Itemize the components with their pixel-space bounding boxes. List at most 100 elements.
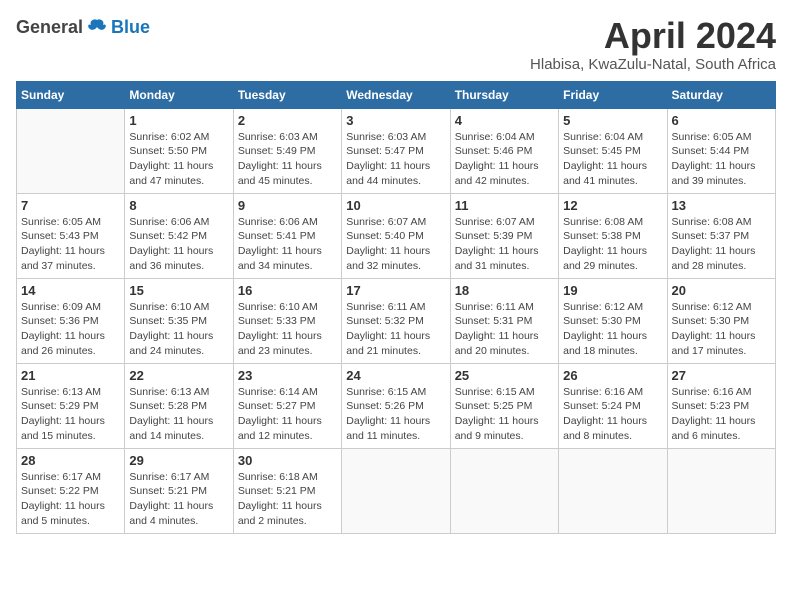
calendar-cell: 12Sunrise: 6:08 AMSunset: 5:38 PMDayligh…	[559, 193, 667, 278]
calendar-cell: 29 Sunrise: 6:17 AMSunset: 5:21 PMDayligh…	[125, 448, 233, 533]
day-number: 3	[346, 113, 445, 128]
calendar-cell: 20 Sunrise: 6:12 AMSunset: 5:30 PMDayligh…	[667, 278, 775, 363]
week-row-2: 7 Sunrise: 6:05 AMSunset: 5:43 PMDaylight…	[17, 193, 776, 278]
week-row-3: 14Sunrise: 6:09 AMSunset: 5:36 PMDayligh…	[17, 278, 776, 363]
day-info: Sunrise: 6:18 AMSunset: 5:21 PMDaylight:…	[238, 470, 337, 529]
calendar-cell: 10 Sunrise: 6:07 AMSunset: 5:40 PMDayligh…	[342, 193, 450, 278]
day-number: 5	[563, 113, 662, 128]
week-row-1: 1 Sunrise: 6:02 AMSunset: 5:50 PMDaylight…	[17, 108, 776, 193]
calendar-cell	[17, 108, 125, 193]
calendar-cell: 5 Sunrise: 6:04 AMSunset: 5:45 PMDaylight…	[559, 108, 667, 193]
column-header-thursday: Thursday	[450, 81, 558, 108]
column-header-wednesday: Wednesday	[342, 81, 450, 108]
day-number: 30	[238, 453, 337, 468]
column-header-friday: Friday	[559, 81, 667, 108]
day-number: 23	[238, 368, 337, 383]
day-info: Sunrise: 6:15 AMSunset: 5:25 PMDaylight:…	[455, 385, 554, 444]
week-row-4: 21Sunrise: 6:13 AMSunset: 5:29 PMDayligh…	[17, 363, 776, 448]
column-header-monday: Monday	[125, 81, 233, 108]
day-number: 26	[563, 368, 662, 383]
day-number: 27	[672, 368, 771, 383]
calendar-cell: 25 Sunrise: 6:15 AMSunset: 5:25 PMDayligh…	[450, 363, 558, 448]
title-block: April 2024 Hlabisa, KwaZulu-Natal, South…	[530, 16, 776, 73]
page-header: General Blue April 2024 Hlabisa, KwaZulu…	[16, 16, 776, 73]
day-info: Sunrise: 6:12 AMSunset: 5:30 PMDaylight:…	[672, 300, 771, 359]
day-number: 9	[238, 198, 337, 213]
week-row-5: 28Sunrise: 6:17 AMSunset: 5:22 PMDayligh…	[17, 448, 776, 533]
calendar-cell: 6 Sunrise: 6:05 AMSunset: 5:44 PMDaylight…	[667, 108, 775, 193]
calendar-cell: 1 Sunrise: 6:02 AMSunset: 5:50 PMDaylight…	[125, 108, 233, 193]
day-info: Sunrise: 6:13 AMSunset: 5:28 PMDaylight:…	[129, 385, 228, 444]
day-number: 2	[238, 113, 337, 128]
day-number: 16	[238, 283, 337, 298]
calendar-cell: 26 Sunrise: 6:16 AMSunset: 5:24 PMDayligh…	[559, 363, 667, 448]
day-number: 17	[346, 283, 445, 298]
day-number: 10	[346, 198, 445, 213]
location: Hlabisa, KwaZulu-Natal, South Africa	[530, 56, 776, 73]
logo: General Blue	[16, 16, 150, 38]
day-number: 22	[129, 368, 228, 383]
day-info: Sunrise: 6:07 AMSunset: 5:40 PMDaylight:…	[346, 215, 445, 274]
day-info: Sunrise: 6:04 AMSunset: 5:46 PMDaylight:…	[455, 130, 554, 189]
calendar-cell: 14Sunrise: 6:09 AMSunset: 5:36 PMDayligh…	[17, 278, 125, 363]
day-info: Sunrise: 6:16 AMSunset: 5:24 PMDaylight:…	[563, 385, 662, 444]
day-number: 13	[672, 198, 771, 213]
day-number: 18	[455, 283, 554, 298]
day-info: Sunrise: 6:05 AMSunset: 5:43 PMDaylight:…	[21, 215, 120, 274]
calendar-header-row: SundayMondayTuesdayWednesdayThursdayFrid…	[17, 81, 776, 108]
day-info: Sunrise: 6:10 AMSunset: 5:35 PMDaylight:…	[129, 300, 228, 359]
column-header-saturday: Saturday	[667, 81, 775, 108]
day-info: Sunrise: 6:02 AMSunset: 5:50 PMDaylight:…	[129, 130, 228, 189]
logo-blue: Blue	[111, 17, 150, 38]
calendar-cell: 30 Sunrise: 6:18 AMSunset: 5:21 PMDayligh…	[233, 448, 341, 533]
day-number: 7	[21, 198, 120, 213]
day-info: Sunrise: 6:09 AMSunset: 5:36 PMDaylight:…	[21, 300, 120, 359]
day-info: Sunrise: 6:12 AMSunset: 5:30 PMDaylight:…	[563, 300, 662, 359]
calendar-cell	[559, 448, 667, 533]
calendar-cell	[342, 448, 450, 533]
day-info: Sunrise: 6:11 AMSunset: 5:31 PMDaylight:…	[455, 300, 554, 359]
day-number: 21	[21, 368, 120, 383]
day-info: Sunrise: 6:11 AMSunset: 5:32 PMDaylight:…	[346, 300, 445, 359]
calendar-cell: 18 Sunrise: 6:11 AMSunset: 5:31 PMDayligh…	[450, 278, 558, 363]
calendar-cell: 28Sunrise: 6:17 AMSunset: 5:22 PMDayligh…	[17, 448, 125, 533]
day-info: Sunrise: 6:08 AMSunset: 5:37 PMDaylight:…	[672, 215, 771, 274]
day-number: 1	[129, 113, 228, 128]
day-info: Sunrise: 6:03 AMSunset: 5:49 PMDaylight:…	[238, 130, 337, 189]
day-number: 20	[672, 283, 771, 298]
calendar-table: SundayMondayTuesdayWednesdayThursdayFrid…	[16, 81, 776, 534]
calendar-cell: 9 Sunrise: 6:06 AMSunset: 5:41 PMDaylight…	[233, 193, 341, 278]
day-number: 29	[129, 453, 228, 468]
calendar-cell: 3Sunrise: 6:03 AMSunset: 5:47 PMDaylight…	[342, 108, 450, 193]
day-info: Sunrise: 6:06 AMSunset: 5:42 PMDaylight:…	[129, 215, 228, 274]
column-header-tuesday: Tuesday	[233, 81, 341, 108]
calendar-cell: 2 Sunrise: 6:03 AMSunset: 5:49 PMDaylight…	[233, 108, 341, 193]
day-info: Sunrise: 6:14 AMSunset: 5:27 PMDaylight:…	[238, 385, 337, 444]
day-info: Sunrise: 6:04 AMSunset: 5:45 PMDaylight:…	[563, 130, 662, 189]
day-number: 19	[563, 283, 662, 298]
calendar-cell	[450, 448, 558, 533]
day-info: Sunrise: 6:17 AMSunset: 5:21 PMDaylight:…	[129, 470, 228, 529]
calendar-cell: 13 Sunrise: 6:08 AMSunset: 5:37 PMDayligh…	[667, 193, 775, 278]
month-title: April 2024	[530, 16, 776, 56]
day-info: Sunrise: 6:16 AMSunset: 5:23 PMDaylight:…	[672, 385, 771, 444]
day-info: Sunrise: 6:05 AMSunset: 5:44 PMDaylight:…	[672, 130, 771, 189]
column-header-sunday: Sunday	[17, 81, 125, 108]
calendar-cell: 8Sunrise: 6:06 AMSunset: 5:42 PMDaylight…	[125, 193, 233, 278]
day-number: 11	[455, 198, 554, 213]
calendar-cell	[667, 448, 775, 533]
calendar-cell: 19 Sunrise: 6:12 AMSunset: 5:30 PMDayligh…	[559, 278, 667, 363]
calendar-cell: 4Sunrise: 6:04 AMSunset: 5:46 PMDaylight…	[450, 108, 558, 193]
day-info: Sunrise: 6:17 AMSunset: 5:22 PMDaylight:…	[21, 470, 120, 529]
day-info: Sunrise: 6:06 AMSunset: 5:41 PMDaylight:…	[238, 215, 337, 274]
day-number: 25	[455, 368, 554, 383]
day-info: Sunrise: 6:07 AMSunset: 5:39 PMDaylight:…	[455, 215, 554, 274]
calendar-cell: 17 Sunrise: 6:11 AMSunset: 5:32 PMDayligh…	[342, 278, 450, 363]
calendar-cell: 21Sunrise: 6:13 AMSunset: 5:29 PMDayligh…	[17, 363, 125, 448]
calendar-cell: 15 Sunrise: 6:10 AMSunset: 5:35 PMDayligh…	[125, 278, 233, 363]
day-info: Sunrise: 6:08 AMSunset: 5:38 PMDaylight:…	[563, 215, 662, 274]
day-number: 15	[129, 283, 228, 298]
day-number: 6	[672, 113, 771, 128]
day-info: Sunrise: 6:10 AMSunset: 5:33 PMDaylight:…	[238, 300, 337, 359]
day-info: Sunrise: 6:15 AMSunset: 5:26 PMDaylight:…	[346, 385, 445, 444]
